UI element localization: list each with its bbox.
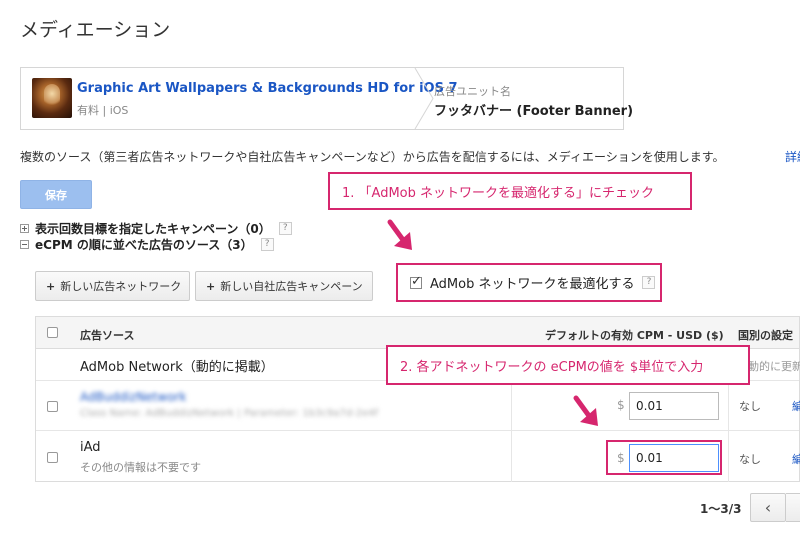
help-icon[interactable]: ?: [278, 222, 292, 235]
impression-campaigns-label: 表示回数目標を指定したキャンペーン（0）: [35, 222, 271, 236]
source-name[interactable]: AdBuddizNetwork: [80, 390, 186, 404]
country-setting: なし: [739, 453, 761, 466]
annotation-step1-text: 1. 「AdMob ネットワークを最適化する」にチェック: [342, 185, 655, 201]
source-name: iAd: [80, 440, 101, 455]
annotation-arrow-icon: [573, 395, 598, 426]
app-thumbnail: [32, 78, 72, 118]
ecpm-sources-label: eCPM の順に並べた広告のソース（3）: [35, 238, 253, 252]
new-house-campaign-label: 新しい自社広告キャンペーン: [220, 280, 363, 293]
row-checkbox[interactable]: [47, 452, 58, 463]
next-page-button[interactable]: [786, 493, 800, 522]
collapse-icon[interactable]: [20, 240, 29, 249]
source-subtext: その他の情報は不要です: [80, 461, 201, 474]
new-ad-network-label: 新しい広告ネットワーク: [60, 280, 182, 293]
new-ad-network-button[interactable]: + 新しい広告ネットワーク: [35, 271, 190, 301]
app-name-link[interactable]: Graphic Art Wallpapers & Backgrounds HD …: [77, 81, 458, 96]
optimize-admob-highlight: AdMob ネットワークを最適化する ?: [396, 263, 662, 302]
plus-icon: +: [46, 279, 56, 293]
column-divider: [728, 431, 729, 482]
previous-page-button[interactable]: ‹: [750, 493, 786, 522]
header-country: 国別の設定: [738, 329, 793, 342]
chevron-left-icon: ‹: [764, 498, 772, 517]
column-divider: [511, 431, 512, 482]
table-row: AdBuddizNetwork Class Name: AdBuddizNetw…: [36, 381, 800, 431]
optimize-admob-label: AdMob ネットワークを最適化する: [430, 277, 635, 292]
save-button[interactable]: 保存: [20, 180, 92, 209]
app-meta: 有料 | iOS: [77, 104, 129, 117]
ecpm-sources-section[interactable]: eCPM の順に並べた広告のソース（3） ?: [20, 236, 274, 253]
impression-campaigns-section[interactable]: 表示回数目標を指定したキャンペーン（0） ?: [20, 220, 292, 237]
annotation-step2: 2. 各アドネットワークの eCPMの値を $単位で入力: [386, 345, 750, 385]
expand-icon[interactable]: [20, 224, 29, 233]
learn-more-link[interactable]: 詳細: [785, 148, 800, 165]
currency-symbol: $: [617, 398, 625, 412]
plus-icon: +: [206, 279, 216, 293]
new-house-campaign-button[interactable]: + 新しい自社広告キャンペーン: [195, 271, 373, 301]
header-ad-source: 広告ソース: [80, 329, 135, 342]
annotation-arrow-icon: [387, 219, 412, 250]
header-ecpm: デフォルトの有効 CPM - USD ($): [545, 329, 724, 342]
edit-link[interactable]: 編集: [792, 451, 800, 467]
country-setting: 動的に更新: [748, 360, 800, 373]
help-icon[interactable]: ?: [260, 238, 274, 251]
checkbox-checked-icon[interactable]: [410, 274, 422, 289]
country-setting: なし: [739, 400, 761, 413]
source-name: AdMob Network（動的に掲載）: [80, 360, 274, 375]
column-divider: [728, 381, 729, 431]
app-card: Graphic Art Wallpapers & Backgrounds HD …: [20, 67, 633, 130]
ad-unit-name: フッタバナー (Footer Banner): [434, 104, 634, 119]
annotation-step1: 1. 「AdMob ネットワークを最適化する」にチェック: [328, 172, 692, 210]
optimize-admob-checkbox[interactable]: AdMob ネットワークを最適化する ?: [410, 273, 656, 292]
edit-link[interactable]: 編集: [792, 398, 800, 414]
ecpm-input[interactable]: 0.01: [629, 392, 719, 420]
select-all-checkbox[interactable]: [47, 327, 58, 338]
pagination-range: 1〜3/3: [700, 502, 742, 516]
ad-unit-label: 広告ユニット名: [434, 85, 511, 98]
annotation-step2-text: 2. 各アドネットワークの eCPMの値を $単位で入力: [400, 359, 704, 375]
row-checkbox[interactable]: [47, 401, 58, 412]
description-text: 複数のソース（第三者広告ネットワークや自社広告キャンペーンなど）から広告を配信す…: [20, 150, 725, 164]
ecpm-input-highlight: [606, 440, 722, 475]
source-subtext: Class Name: AdBuddizNetwork | Parameter:…: [80, 408, 379, 419]
page-title: メディエーション: [20, 19, 171, 41]
column-divider: [511, 381, 512, 431]
help-icon[interactable]: ?: [642, 276, 656, 289]
